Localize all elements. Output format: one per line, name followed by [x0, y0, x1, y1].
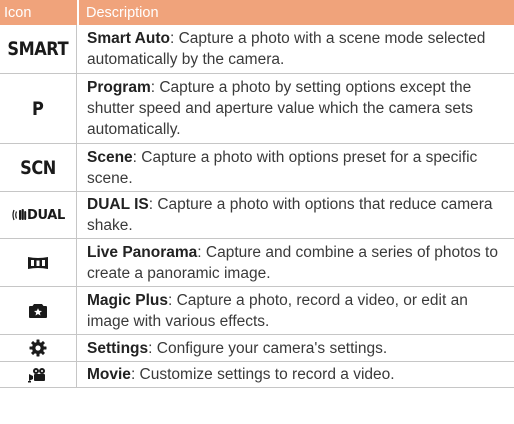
mode-icon-table: Icon Description SMART Smart Auto: Captu…: [0, 0, 514, 388]
row-term: Smart Auto: [87, 30, 170, 47]
table-row: Magic Plus: Capture a photo, record a vi…: [0, 287, 514, 335]
table-row: SMART Smart Auto: Capture a photo with a…: [0, 25, 514, 74]
movie-camera-icon: [0, 362, 77, 387]
program-icon-label: P: [32, 97, 44, 120]
row-description: Movie: Customize settings to record a vi…: [77, 362, 514, 387]
smart-auto-icon: SMART: [0, 25, 77, 73]
program-icon: P: [0, 74, 77, 143]
table-row: Live Panorama: Capture and combine a ser…: [0, 239, 514, 287]
header-icon-column: Icon: [4, 4, 32, 21]
row-term: Live Panorama: [87, 243, 198, 261]
table-row: Movie: Customize settings to record a vi…: [0, 362, 514, 388]
table-row: P Program: Capture a photo by setting op…: [0, 74, 514, 144]
row-text: : Capture a photo with options preset fo…: [87, 148, 478, 187]
magic-plus-icon: [0, 287, 77, 334]
row-description: Settings: Configure your camera's settin…: [77, 335, 514, 361]
table-row: DUAL DUAL IS: Capture a photo with optio…: [0, 192, 514, 239]
row-term: Settings: [87, 339, 149, 357]
row-term: Scene: [87, 148, 133, 166]
row-term: Movie: [87, 366, 131, 383]
table-header: Icon Description: [0, 0, 514, 25]
row-term: DUAL IS: [87, 196, 149, 213]
row-text: : Customize settings to record a video.: [130, 366, 395, 383]
table-row: Settings: Configure your camera's settin…: [0, 335, 514, 362]
row-text: : Configure your camera's settings.: [148, 339, 388, 357]
settings-gear-icon: [0, 335, 77, 361]
row-description: DUAL IS: Capture a photo with options th…: [77, 192, 514, 238]
row-description: Live Panorama: Capture and combine a ser…: [77, 239, 514, 286]
live-panorama-icon: [0, 239, 77, 286]
hand-shake-icon: [12, 209, 27, 221]
dual-is-icon: DUAL: [0, 192, 77, 238]
row-description: Smart Auto: Capture a photo with a scene…: [77, 25, 514, 73]
scene-icon: SCN: [0, 144, 77, 191]
row-description: Magic Plus: Capture a photo, record a vi…: [77, 287, 514, 334]
row-description: Program: Capture a photo by setting opti…: [77, 74, 514, 143]
smart-auto-icon-label: SMART: [7, 38, 69, 60]
row-description: Scene: Capture a photo with options pres…: [77, 144, 514, 191]
scene-icon-label: SCN: [20, 156, 56, 179]
table-row: SCN Scene: Capture a photo with options …: [0, 144, 514, 192]
dual-is-icon-label: DUAL: [26, 207, 66, 223]
row-term: Magic Plus: [87, 291, 168, 309]
row-text: : Capture a photo with options that redu…: [87, 196, 493, 234]
row-term: Program: [87, 79, 151, 96]
header-description-column: Description: [86, 4, 159, 21]
